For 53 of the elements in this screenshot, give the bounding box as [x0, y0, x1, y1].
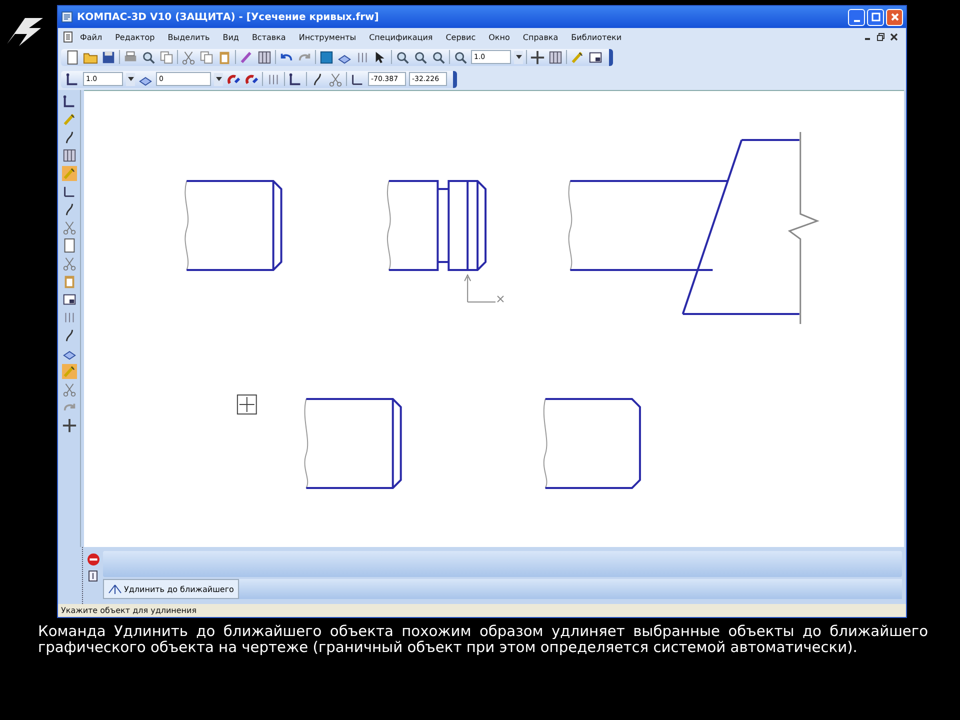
- app-icon: [61, 11, 73, 23]
- menu-item[interactable]: Библиотеки: [571, 32, 622, 42]
- magnifier-icon[interactable]: [413, 50, 428, 64]
- coordinates-icon[interactable]: [62, 184, 76, 199]
- menu-item[interactable]: Окно: [488, 32, 510, 42]
- document-icon[interactable]: [65, 50, 80, 64]
- menu-item[interactable]: Спецификация: [369, 32, 433, 42]
- window-icon[interactable]: [588, 50, 603, 64]
- minimize-icon: [854, 20, 860, 22]
- coordinate-axes-icon: [464, 274, 504, 302]
- grid-icon[interactable]: [257, 50, 272, 64]
- magnifier-icon[interactable]: [141, 50, 156, 64]
- magnifier-icon[interactable]: [431, 50, 446, 64]
- caption-text: Команда Удлинить до ближайшего объекта похожим образом удлиняет выбранные объекты до ближайшего графического объекта на чертеже (граничный объект при этом определяется системой автоматически).: [38, 624, 928, 656]
- menu-item[interactable]: Выделить: [168, 32, 210, 42]
- close-button[interactable]: [886, 8, 903, 26]
- scissors-icon[interactable]: [181, 50, 196, 64]
- magnifier-icon[interactable]: [453, 50, 468, 64]
- extend-tool-icon: [108, 583, 122, 595]
- maximize-icon: [870, 12, 880, 22]
- menu-item[interactable]: Инструменты: [298, 32, 356, 42]
- move-icon[interactable]: [530, 50, 545, 64]
- cursor-icon: [236, 394, 257, 414]
- scissors-icon[interactable]: [62, 256, 76, 271]
- scissors-icon[interactable]: [328, 72, 343, 86]
- magnifier-icon[interactable]: [395, 50, 410, 64]
- stop-icon[interactable]: [86, 553, 100, 566]
- clipboard-icon[interactable]: [217, 50, 232, 64]
- copy-icon[interactable]: [199, 50, 214, 64]
- minimize-button[interactable]: [848, 8, 865, 26]
- window-icon[interactable]: [62, 292, 76, 307]
- menu-item[interactable]: Справка: [522, 32, 558, 42]
- document-icon[interactable]: [62, 238, 76, 253]
- grid-icon[interactable]: [548, 50, 563, 64]
- document-icon: [62, 31, 74, 43]
- status-bar: Укажите объект для удлинения: [58, 604, 906, 617]
- close-icon[interactable]: [890, 33, 898, 41]
- help-book-icon[interactable]: [87, 570, 99, 582]
- menu-item[interactable]: Сервис: [446, 32, 476, 42]
- copy-icon[interactable]: [159, 50, 174, 64]
- close-icon: [890, 12, 900, 22]
- menu-item[interactable]: Файл: [80, 32, 102, 42]
- menu-item[interactable]: Вставка: [252, 32, 286, 42]
- grid-icon[interactable]: [62, 148, 76, 163]
- maximize-button[interactable]: [867, 8, 884, 26]
- menu-item[interactable]: Редактор: [115, 32, 155, 42]
- move-icon[interactable]: [62, 418, 76, 433]
- scissors-icon[interactable]: [62, 382, 76, 397]
- menu-item[interactable]: Вид: [222, 32, 239, 42]
- printer-icon[interactable]: [123, 50, 138, 64]
- restore-icon[interactable]: [877, 33, 885, 41]
- command-tab[interactable]: Удлинить до ближайшего: [103, 579, 239, 599]
- window-title: КОМПАС-3D V10 (ЗАЩИТА) - [Усечение кривых.frw]: [77, 12, 380, 22]
